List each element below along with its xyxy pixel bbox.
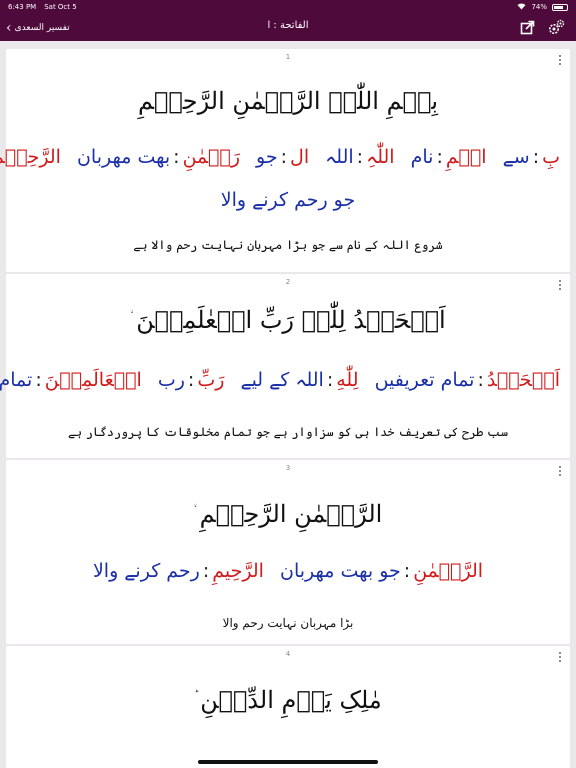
status-time: 6:43 PM [8, 3, 37, 11]
word-arabic: الرَّحِیۡمِ [0, 146, 61, 168]
gear-icon[interactable] [548, 19, 565, 36]
arabic-text: بِسۡمِ اللّٰہِ الرَّحۡمٰنِ الرَّحِیۡمِ [137, 87, 439, 115]
word-arabic: اَلۡحَمۡدُ [486, 369, 560, 391]
verse-number: 3 [285, 464, 291, 472]
arabic-text: اَلۡحَمۡدُ لِلّٰہِ رَبِّ الۡعٰلَمِیۡنَ [136, 306, 446, 334]
verse-number: 1 [285, 53, 291, 61]
status-date: Sat Oct 5 [44, 3, 77, 11]
word-urdu: بهت مهربان [76, 146, 171, 168]
word-arabic: الرَّحۡمٰنِ [413, 560, 484, 582]
more-options-icon[interactable] [559, 55, 562, 65]
status-bar: 6:43 PM Sat Oct 5 74% [0, 0, 576, 14]
word-urdu: اللہ کے لیے [240, 369, 324, 391]
urdu-translation: شروع اللہ کے نام سے جو بڑا مہربان نہایت … [133, 238, 443, 252]
arabic-verse: مٰلِکِ یَوۡمِ الدِّیۡنِؕ [6, 686, 570, 714]
word-arabic: بِ [542, 146, 560, 168]
word-by-word: بِ:سے اسۡمِ:نام اللّٰہِ:اللہ ال:جو رَحۡم… [0, 146, 560, 168]
verse-number: 2 [285, 278, 291, 286]
arabic-verse: بِسۡمِ اللّٰہِ الرَّحۡمٰنِ الرَّحِیۡمِ [6, 87, 570, 115]
word-arabic: لِلّٰهِ [336, 369, 359, 391]
word-arabic: ال [290, 146, 310, 168]
arabic-verse: الرَّحۡمٰنِ الرَّحِیۡمِۙ [6, 500, 570, 528]
word-by-word-line2: جو رحم کرنے والا [16, 189, 560, 211]
urdu-translation: بڑا مہربان نہایت رحم والا [222, 616, 354, 630]
more-options-icon[interactable] [559, 466, 562, 476]
navigation-bar: ‹ تفسیر السعدی الفاتحة : ا [0, 14, 576, 41]
word-arabic: رَبِّ [197, 369, 225, 391]
word-urdu: اللہ [325, 146, 354, 168]
word-arabic: الۡعَالَمِيۡنَ [44, 369, 142, 391]
word-urdu: نام [410, 146, 434, 168]
word-arabic: الرَّحِيمِ [212, 560, 264, 582]
verse-card[interactable]: 1 بِسۡمِ اللّٰہِ الرَّحۡمٰنِ الرَّحِیۡمِ… [0, 49, 570, 272]
word-urdu: رحم کرنے والا [92, 560, 200, 582]
word-arabic: رَحۡمٰنِ [182, 146, 240, 168]
word-urdu: سے [502, 146, 530, 168]
arabic-text: الرَّحۡمٰنِ الرَّحِیۡمِ [199, 500, 383, 528]
word-urdu: تمام جهان [0, 369, 33, 391]
battery-percent: 74% [531, 3, 547, 11]
word-urdu: جو [256, 146, 278, 168]
word-urdu: تمام تعریفیں [374, 369, 475, 391]
word-arabic: اسۡمِ [445, 146, 487, 168]
page-title: الفاتحة : ا [267, 20, 309, 31]
arabic-verse: اَلۡحَمۡدُ لِلّٰہِ رَبِّ الۡعٰلَمِیۡنَۙ [6, 306, 570, 334]
verse-card[interactable]: 4 مٰلِکِ یَوۡمِ الدِّیۡنِؕ [6, 646, 570, 768]
word-urdu: جو بهت مهربان [280, 560, 401, 582]
word-urdu: رب [157, 369, 185, 391]
more-options-icon[interactable] [559, 652, 562, 662]
word-urdu: جو رحم کرنے والا [220, 189, 356, 211]
share-icon[interactable] [519, 19, 536, 36]
battery-icon [552, 3, 568, 11]
verse-card[interactable]: 2 اَلۡحَمۡدُ لِلّٰہِ رَبِّ الۡعٰلَمِیۡنَ… [0, 274, 570, 458]
verse-list[interactable]: 1 بِسۡمِ اللّٰہِ الرَّحۡمٰنِ الرَّحِیۡمِ… [0, 41, 576, 768]
wifi-icon [517, 3, 526, 12]
verse-card[interactable]: 3 الرَّحۡمٰنِ الرَّحِیۡمِۙ الرَّحۡمٰنِ:ج… [6, 460, 570, 644]
word-by-word: الرَّحۡمٰنِ:جو بهت مهربان الرَّحِيمِ:رحم… [92, 560, 484, 582]
word-arabic: اللّٰہِ [366, 146, 395, 168]
arabic-text: مٰلِکِ یَوۡمِ الدِّیۡنِ [200, 686, 382, 714]
home-indicator[interactable] [198, 760, 378, 764]
word-by-word: اَلۡحَمۡدُ:تمام تعریفیں لِلّٰهِ:اللہ کے … [0, 369, 560, 391]
more-options-icon[interactable] [559, 280, 562, 290]
urdu-translation: سب طرح کی تعریف خدا ہی کو سزاوار ہے جو ت… [67, 425, 509, 439]
verse-number: 4 [285, 650, 291, 658]
